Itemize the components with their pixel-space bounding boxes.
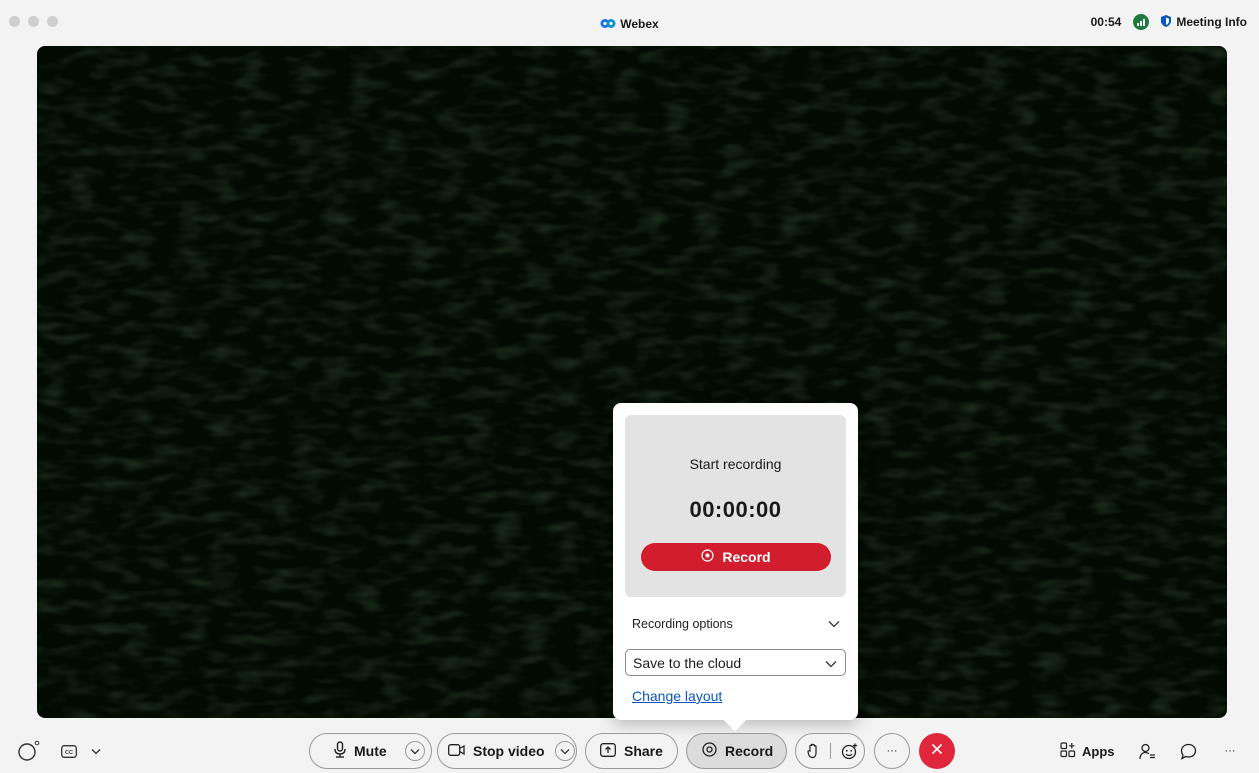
video-control: Stop video	[437, 733, 577, 769]
mute-button[interactable]: Mute	[334, 734, 387, 768]
chevron-down-icon	[828, 617, 840, 631]
svg-text:CC: CC	[65, 750, 73, 756]
record-label: Record	[725, 743, 774, 759]
chevron-down-icon	[825, 655, 837, 671]
change-layout-link[interactable]: Change layout	[632, 688, 722, 704]
start-record-button[interactable]: Record	[641, 543, 831, 571]
record-icon	[701, 549, 714, 565]
end-call-icon	[931, 742, 943, 760]
shield-icon	[1161, 14, 1172, 30]
overflow-menu-button[interactable]: ···	[1218, 741, 1242, 761]
audio-options-chevron-icon[interactable]	[404, 741, 425, 761]
apps-label: Apps	[1082, 744, 1115, 759]
hand-reactions-control	[795, 733, 865, 769]
recording-options-toggle[interactable]: Recording options	[632, 617, 840, 631]
end-call-button[interactable]	[919, 733, 955, 769]
stop-video-button[interactable]: Stop video	[448, 734, 545, 768]
recording-options-label: Recording options	[632, 617, 733, 631]
mute-control: Mute	[309, 733, 432, 769]
meeting-info-label: Meeting Info	[1176, 15, 1247, 29]
meeting-info-button[interactable]: Meeting Info	[1161, 14, 1247, 30]
microphone-icon	[334, 741, 346, 761]
meeting-toolbar: CC Mute Stop video Share Record ··· Apps…	[0, 730, 1259, 773]
header-right: 00:54 Meeting Info	[1091, 14, 1247, 30]
share-button-inner[interactable]: Share	[600, 734, 663, 768]
chat-icon[interactable]	[1178, 741, 1198, 761]
recording-panel: Start recording 00:00:00 Record	[625, 415, 846, 597]
divider	[830, 743, 831, 759]
apps-icon	[1060, 742, 1076, 761]
save-location-select[interactable]: Save to the cloud	[625, 649, 846, 676]
record-button[interactable]: Record	[686, 733, 787, 769]
recording-timer: 00:00:00	[689, 497, 782, 522]
video-options-chevron-icon[interactable]	[554, 741, 575, 761]
recording-heading: Start recording	[689, 456, 782, 472]
webex-logo-icon	[600, 18, 616, 32]
recording-popover: Start recording 00:00:00 Record Recordin…	[613, 403, 858, 720]
share-button[interactable]: Share	[585, 733, 678, 769]
status-ring-icon[interactable]	[17, 739, 41, 763]
start-record-label: Record	[722, 549, 771, 565]
apps-button[interactable]: Apps	[1060, 742, 1115, 761]
participants-icon[interactable]	[1137, 741, 1157, 761]
video-camera-icon	[448, 743, 465, 759]
share-label: Share	[624, 743, 663, 759]
stop-video-label: Stop video	[473, 743, 545, 759]
more-options-button[interactable]: ···	[874, 733, 910, 769]
save-location-value: Save to the cloud	[633, 654, 742, 671]
captions-chevron-down-icon[interactable]	[89, 744, 103, 758]
meeting-clock: 00:54	[1090, 15, 1122, 29]
title-bar: Webex 00:54 Meeting Info	[0, 0, 1259, 46]
mute-label: Mute	[354, 743, 387, 759]
captions-icon[interactable]: CC	[60, 742, 78, 760]
signal-icon[interactable]	[1133, 14, 1150, 30]
share-screen-icon	[600, 742, 616, 760]
record-button-inner[interactable]: Record	[702, 734, 773, 768]
record-icon	[702, 742, 717, 760]
reactions-icon[interactable]	[841, 734, 858, 768]
app-title-text: Webex	[620, 17, 659, 31]
raise-hand-icon[interactable]	[807, 734, 820, 768]
app-title: Webex	[0, 17, 1259, 32]
